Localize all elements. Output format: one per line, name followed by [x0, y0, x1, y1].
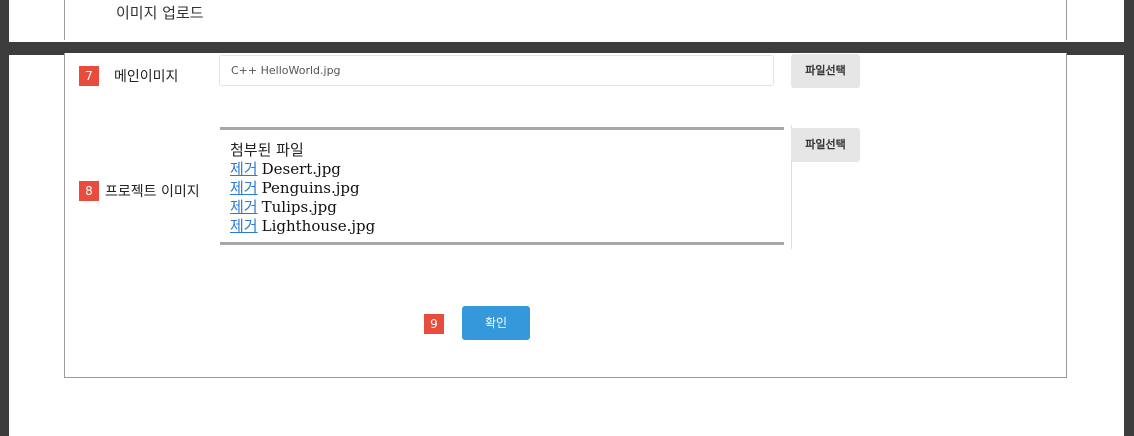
confirm-button[interactable]: 확인	[462, 306, 530, 340]
attached-file-name: Penguins.jpg	[261, 179, 360, 197]
remove-file-link[interactable]: 제거	[230, 179, 258, 197]
attached-file-item: 제거 Tulips.jpg	[230, 198, 375, 217]
remove-file-link[interactable]: 제거	[230, 160, 258, 178]
attached-file-item: 제거 Lighthouse.jpg	[230, 217, 375, 236]
attached-file-item: 제거 Penguins.jpg	[230, 179, 375, 198]
project-image-file-button[interactable]: 파일선택	[791, 128, 860, 162]
attached-files-list: 제거 Desert.jpg 제거 Penguins.jpg 제거 Tulips.jpg…	[230, 160, 375, 236]
attached-file-item: 제거 Desert.jpg	[230, 160, 375, 179]
remove-file-link[interactable]: 제거	[230, 217, 258, 235]
attached-file-name: Lighthouse.jpg	[261, 217, 376, 235]
main-image-file-button[interactable]: 파일선택	[791, 54, 860, 88]
attached-file-name: Desert.jpg	[261, 160, 341, 178]
upload-form-panel: 7 메인이미지 C++ HelloWorld.jpg 파일선택 8 프로젝트 이…	[9, 53, 1124, 436]
step-badge-9: 9	[424, 314, 444, 334]
attached-file-name: Tulips.jpg	[261, 198, 337, 216]
remove-file-link[interactable]: 제거	[230, 198, 258, 216]
main-image-label: 메인이미지	[114, 69, 179, 85]
form-frame: 7 메인이미지 C++ HelloWorld.jpg 파일선택 8 프로젝트 이…	[64, 53, 1067, 378]
project-image-label: 프로젝트 이미지	[105, 184, 200, 200]
previous-section-panel: 이미지 업로드	[9, 0, 1124, 42]
main-image-field[interactable]: C++ HelloWorld.jpg	[219, 55, 774, 86]
form-frame-top	[64, 0, 1067, 40]
attached-files-title: 첨부된 파일	[230, 141, 304, 159]
section-title: 이미지 업로드	[116, 4, 204, 22]
step-badge-8: 8	[79, 181, 99, 201]
step-badge-7: 7	[79, 66, 99, 86]
attached-files-box: 첨부된 파일 제거 Desert.jpg 제거 Penguins.jpg 제거 Tul…	[220, 127, 784, 245]
